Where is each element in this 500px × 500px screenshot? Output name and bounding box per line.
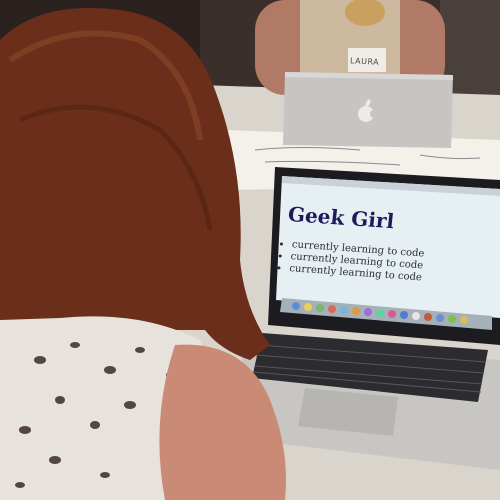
photo-background: [0, 0, 500, 500]
back-laptop: [283, 72, 453, 148]
screen-display: [276, 176, 500, 318]
name-tag-label: LAURA: [349, 56, 380, 67]
photo-scene: LAURA Geek Girl currently learning to co…: [0, 0, 500, 500]
front-laptop: [240, 167, 500, 470]
